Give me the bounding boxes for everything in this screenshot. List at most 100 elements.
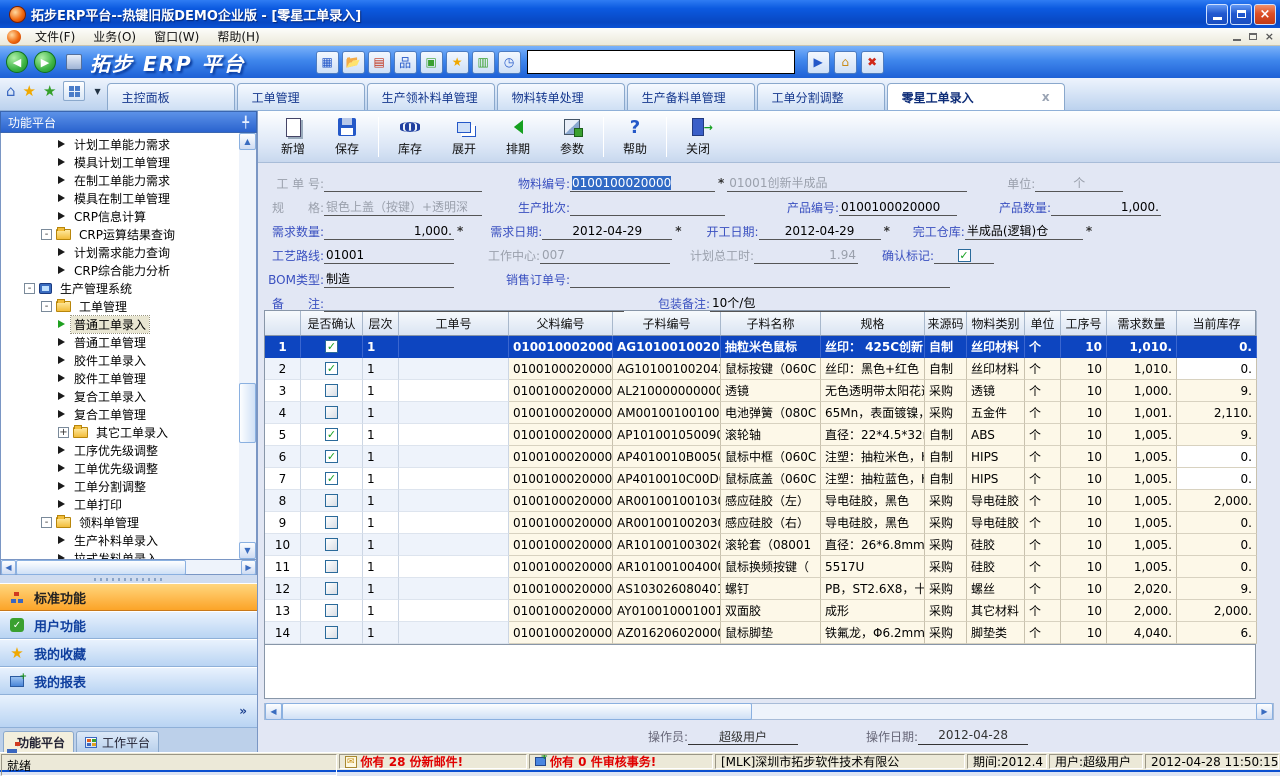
新增-button[interactable]: 新增 [266, 114, 320, 160]
checked-checkbox-icon[interactable]: ✓ [325, 428, 338, 441]
batch-field[interactable] [570, 198, 725, 216]
unit-field[interactable]: 个 [1035, 174, 1123, 192]
confirm-cell[interactable] [301, 512, 363, 534]
scroll-left-icon[interactable]: ◀ [1, 560, 16, 575]
menu-item[interactable]: 文件(F) [26, 27, 84, 46]
unchecked-checkbox-icon[interactable] [325, 538, 338, 551]
unchecked-checkbox-icon[interactable] [325, 384, 338, 397]
展开-button[interactable]: 展开 [437, 114, 491, 160]
home-tab-icon[interactable]: ⌂ [6, 84, 16, 99]
workorder-field[interactable] [324, 174, 482, 192]
material-field[interactable]: 0100100020000 [570, 174, 715, 192]
tree-item-生产补料单录入[interactable]: 生产补料单录入 [1, 531, 239, 549]
confirm-cell[interactable] [301, 490, 363, 512]
sidebar-tab-功能平台[interactable]: 功能平台 [3, 731, 74, 752]
panel-我的收藏[interactable]: ★我的收藏 [0, 639, 257, 667]
tree-item-生产管理系统[interactable]: -生产管理系统 [1, 279, 239, 297]
tab-生产领补料单管理[interactable]: 生产领补料单管理 [367, 83, 495, 110]
collapse-minus-icon[interactable]: - [41, 229, 52, 240]
quick-search-input[interactable] [527, 50, 795, 74]
table-row[interactable]: 810100100020000AR0010010010300感应硅胶（左）导电硅… [265, 490, 1255, 512]
tree-item-胶件工单管理[interactable]: 胶件工单管理 [1, 369, 239, 387]
product-qty-field[interactable]: 1,000. [1051, 198, 1161, 216]
tree-item-复合工单管理[interactable]: 复合工单管理 [1, 405, 239, 423]
confirm-cell[interactable] [301, 534, 363, 556]
add-favorite-icon[interactable]: ★ [43, 84, 56, 99]
confirm-cell[interactable]: ✓ [301, 424, 363, 446]
pin-icon[interactable]: ╇ [242, 116, 249, 129]
grid-hscroll-thumb[interactable] [282, 703, 752, 720]
panel-icon[interactable]: ▦ [316, 51, 339, 74]
table-row[interactable]: 1310100100020000AY0100100010010双面胶成形采购其它… [265, 600, 1255, 622]
status-audit[interactable]: 你有 0 件审核事务! [529, 754, 713, 769]
tab-工单管理[interactable]: 工单管理 [237, 83, 365, 110]
home-icon[interactable]: ⌂ [834, 51, 857, 74]
chevron-right-icon[interactable]: » [239, 704, 247, 718]
exit-icon[interactable]: ✖ [861, 51, 884, 74]
remark-field[interactable] [324, 294, 624, 312]
menu-item[interactable]: 业务(O) [84, 27, 145, 46]
unchecked-checkbox-icon[interactable] [325, 516, 338, 529]
tree-item-在制工单能力需求[interactable]: 在制工单能力需求 [1, 171, 239, 189]
confirm-cell[interactable] [301, 380, 363, 402]
tab-close-icon[interactable]: x [1020, 90, 1050, 104]
scroll-down-icon[interactable]: ▼ [239, 542, 256, 559]
minimize-button[interactable] [1206, 4, 1228, 25]
routing-field[interactable]: 01001 [324, 246, 454, 264]
sales-order-field[interactable] [570, 270, 950, 288]
tree-item-拉式发料单录入[interactable]: 拉式发料单录入 [1, 549, 239, 559]
checked-checkbox-icon[interactable]: ✓ [325, 472, 338, 485]
menu-item[interactable]: 帮助(H) [208, 27, 268, 46]
unchecked-checkbox-icon[interactable] [325, 582, 338, 595]
tree-item-领料单管理[interactable]: -领料单管理 [1, 513, 239, 531]
tree-item-CRP运算结果查询[interactable]: -CRP运算结果查询 [1, 225, 239, 243]
unchecked-checkbox-icon[interactable] [325, 406, 338, 419]
tab-layout-button[interactable] [63, 81, 85, 101]
warehouse-field[interactable]: 半成品(逻辑)仓 [965, 222, 1083, 240]
nav-back-button[interactable]: ◀ [6, 51, 28, 73]
tree-item-工单管理[interactable]: -工单管理 [1, 297, 239, 315]
table-row[interactable]: 2✓10100100020000AG1010010020420鼠标按键（060C… [265, 358, 1255, 380]
bom-type-field[interactable]: 制造 [324, 270, 454, 288]
tree-item-工单分割调整[interactable]: 工单分割调整 [1, 477, 239, 495]
contacts-icon[interactable]: ▥ [472, 51, 495, 74]
confirm-cell[interactable]: ✓ [301, 446, 363, 468]
scroll-left-icon[interactable]: ◀ [265, 703, 282, 720]
tree-item-工单优先级调整[interactable]: 工单优先级调整 [1, 459, 239, 477]
confirm-flag-field[interactable]: ✓ [934, 246, 994, 264]
tree-horizontal-scrollbar[interactable]: ◀ ▶ [0, 560, 257, 575]
tree-item-工单打印[interactable]: 工单打印 [1, 495, 239, 513]
tree-item-模具在制工单管理[interactable]: 模具在制工单管理 [1, 189, 239, 207]
unchecked-checkbox-icon[interactable] [325, 604, 338, 617]
confirm-cell[interactable] [301, 600, 363, 622]
restore-button[interactable] [1230, 4, 1252, 25]
grid-horizontal-scrollbar[interactable]: ◀ ▶ [264, 703, 1274, 720]
scroll-right-icon[interactable]: ▶ [1256, 703, 1273, 720]
close-button[interactable]: × [1254, 4, 1276, 25]
保存-button[interactable]: 保存 [320, 114, 374, 160]
tree-item-计划工单能力需求[interactable]: 计划工单能力需求 [1, 135, 239, 153]
排期-button[interactable]: 排期 [491, 114, 545, 160]
table-row[interactable]: 1410100100020000AZ0162060200000鼠标脚垫铁氟龙，Φ… [265, 622, 1255, 644]
clock-icon[interactable]: ◷ [498, 51, 521, 74]
table-row[interactable]: 410100100020000AM0010010010000电池弹簧（080C6… [265, 402, 1255, 424]
confirm-cell[interactable] [301, 402, 363, 424]
checked-checkbox-icon[interactable]: ✓ [325, 362, 338, 375]
unchecked-checkbox-icon[interactable] [325, 560, 338, 573]
expand-plus-icon[interactable]: + [58, 427, 69, 438]
mdi-restore-icon[interactable] [1249, 33, 1257, 40]
confirm-cell[interactable] [301, 556, 363, 578]
notebook-icon[interactable]: ▤ [368, 51, 391, 74]
tree-item-CRP信息计算[interactable]: CRP信息计算 [1, 207, 239, 225]
collapse-minus-icon[interactable]: - [24, 283, 35, 294]
mdi-close-icon[interactable]: × [1265, 30, 1274, 43]
confirm-cell[interactable]: ✓ [301, 336, 363, 358]
tree-hscroll-thumb[interactable] [16, 560, 186, 575]
table-row[interactable]: 7✓10100100020000AP4010010C00D00鼠标底盖（060C… [265, 468, 1255, 490]
tree-item-模具计划工单管理[interactable]: 模具计划工单管理 [1, 153, 239, 171]
confirm-cell[interactable]: ✓ [301, 468, 363, 490]
tree-item-复合工单录入[interactable]: 复合工单录入 [1, 387, 239, 405]
tree-vertical-scrollbar[interactable]: ▲ ▼ [239, 133, 256, 559]
favorite-star-icon[interactable]: ★ [446, 51, 469, 74]
panel-我的报表[interactable]: +我的报表 [0, 667, 257, 695]
